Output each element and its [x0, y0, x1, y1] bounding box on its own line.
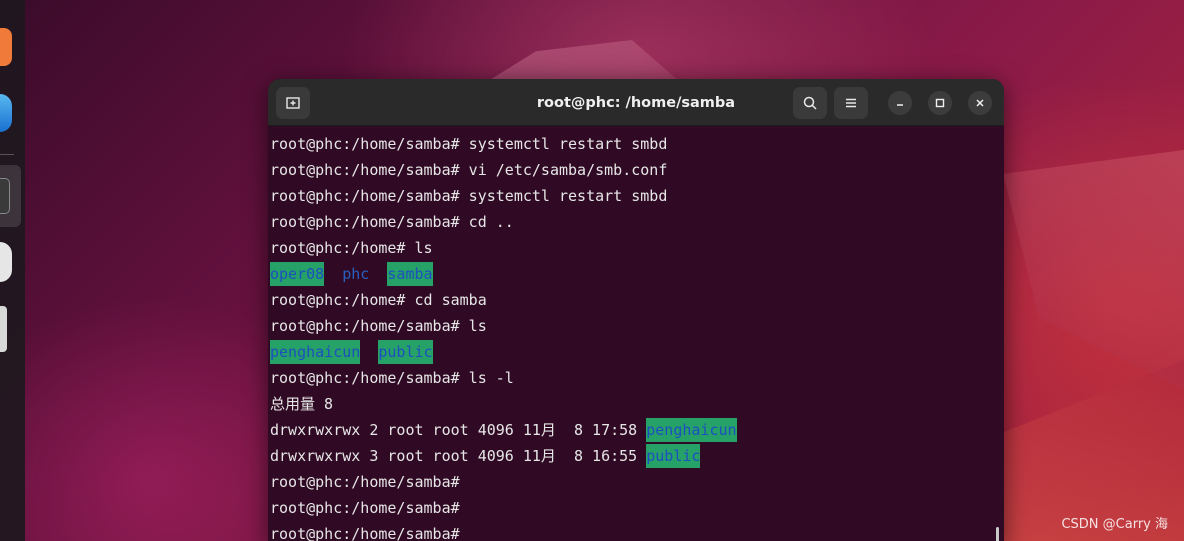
terminal-line: 总用量 8 [270, 391, 1004, 417]
terminal-line: penghaicun public [270, 339, 1004, 365]
command-text: ls [405, 239, 433, 257]
terminal-line: root@phc:/home/samba# ls -l [270, 365, 1004, 391]
terminal-line: root@phc:/home/samba# ls [270, 313, 1004, 339]
terminal-line: root@phc:/home# cd samba [270, 287, 1004, 313]
dock-browser-icon[interactable] [0, 94, 12, 132]
output-text: 总用量 8 [270, 395, 334, 413]
close-button[interactable] [968, 91, 992, 115]
terminal-window: root@phc: /home/samba root@phc:/home/sam… [268, 79, 1004, 541]
dock-separator [0, 154, 14, 155]
watermark: CSDN @Carry 海 [1061, 517, 1168, 532]
dock-drive-icon[interactable] [0, 306, 7, 352]
shell-prompt: root@phc:/home/samba# [270, 369, 460, 387]
terminal-output[interactable]: root@phc:/home/samba# systemctl restart … [268, 131, 1004, 541]
command-text: ls [459, 317, 487, 335]
hamburger-menu-icon [846, 98, 856, 108]
shell-prompt: root@phc:/home/samba# [270, 135, 460, 153]
menu-button[interactable] [834, 87, 868, 119]
terminal-line: root@phc:/home/samba# systemctl restart … [270, 131, 1004, 157]
command-text: cd samba [405, 291, 487, 309]
command-text: systemctl restart smbd [459, 135, 668, 153]
terminal-line: root@phc:/home/samba# [270, 469, 1004, 495]
directory-entry: samba [387, 262, 433, 286]
shell-prompt: root@phc:/home/samba# [270, 161, 460, 179]
directory-entry: penghaicun [270, 340, 361, 364]
terminal-line: oper08 phc samba [270, 261, 1004, 287]
title-bar: root@phc: /home/samba [268, 79, 1004, 126]
shell-prompt: root@phc:/home/samba# [270, 525, 460, 541]
wallpaper-shape [1003, 150, 1184, 390]
file-listing-details: drwxrwxrwx 3 root root 4096 11月 8 16:55 [270, 447, 647, 465]
shell-prompt: root@phc:/home/samba# [270, 473, 460, 491]
directory-entry: public [378, 340, 433, 364]
directory-entry: phc [342, 265, 370, 283]
shell-prompt: root@phc:/home/samba# [270, 187, 460, 205]
search-icon [803, 96, 817, 110]
terminal-line: root@phc:/home/samba# [270, 521, 1004, 541]
command-text: ls -l [459, 369, 514, 387]
shell-prompt: root@phc:/home/samba# [270, 213, 460, 231]
terminal-line: root@phc:/home/samba# [270, 495, 1004, 521]
terminal-line: root@phc:/home/samba# systemctl restart … [270, 183, 1004, 209]
terminal-line: root@phc:/home/samba# vi /etc/samba/smb.… [270, 157, 1004, 183]
command-text: cd .. [459, 213, 514, 231]
search-button[interactable] [793, 87, 827, 119]
minimize-button[interactable] [888, 91, 912, 115]
dock [0, 0, 25, 541]
dock-app-icon[interactable] [0, 28, 12, 66]
directory-entry: oper08 [270, 262, 325, 286]
shell-prompt: root@phc:/home/samba# [270, 499, 460, 517]
directory-entry: public [646, 444, 701, 468]
terminal-line: drwxrwxrwx 3 root root 4096 11月 8 16:55 … [270, 443, 1004, 469]
minimize-icon [897, 104, 903, 106]
shell-prompt: root@phc:/home# [270, 239, 406, 257]
new-tab-button[interactable] [276, 87, 310, 119]
directory-entry: penghaicun [646, 418, 737, 442]
scrollbar[interactable] [996, 527, 999, 541]
terminal-line: root@phc:/home# ls [270, 235, 1004, 261]
maximize-button[interactable] [928, 91, 952, 115]
dock-disc-icon[interactable] [0, 242, 12, 282]
terminal-line: root@phc:/home/samba# cd .. [270, 209, 1004, 235]
terminal-line: drwxrwxrwx 2 root root 4096 11月 8 17:58 … [270, 417, 1004, 443]
file-listing-details: drwxrwxrwx 2 root root 4096 11月 8 17:58 [270, 421, 647, 439]
new-tab-icon [286, 97, 300, 109]
shell-prompt: root@phc:/home# [270, 291, 406, 309]
maximize-icon [935, 98, 945, 108]
command-text: vi /etc/samba/smb.conf [459, 161, 668, 179]
close-icon [976, 99, 984, 107]
shell-prompt: root@phc:/home/samba# [270, 317, 460, 335]
command-text: systemctl restart smbd [459, 187, 668, 205]
dock-terminal-icon[interactable] [0, 178, 10, 214]
